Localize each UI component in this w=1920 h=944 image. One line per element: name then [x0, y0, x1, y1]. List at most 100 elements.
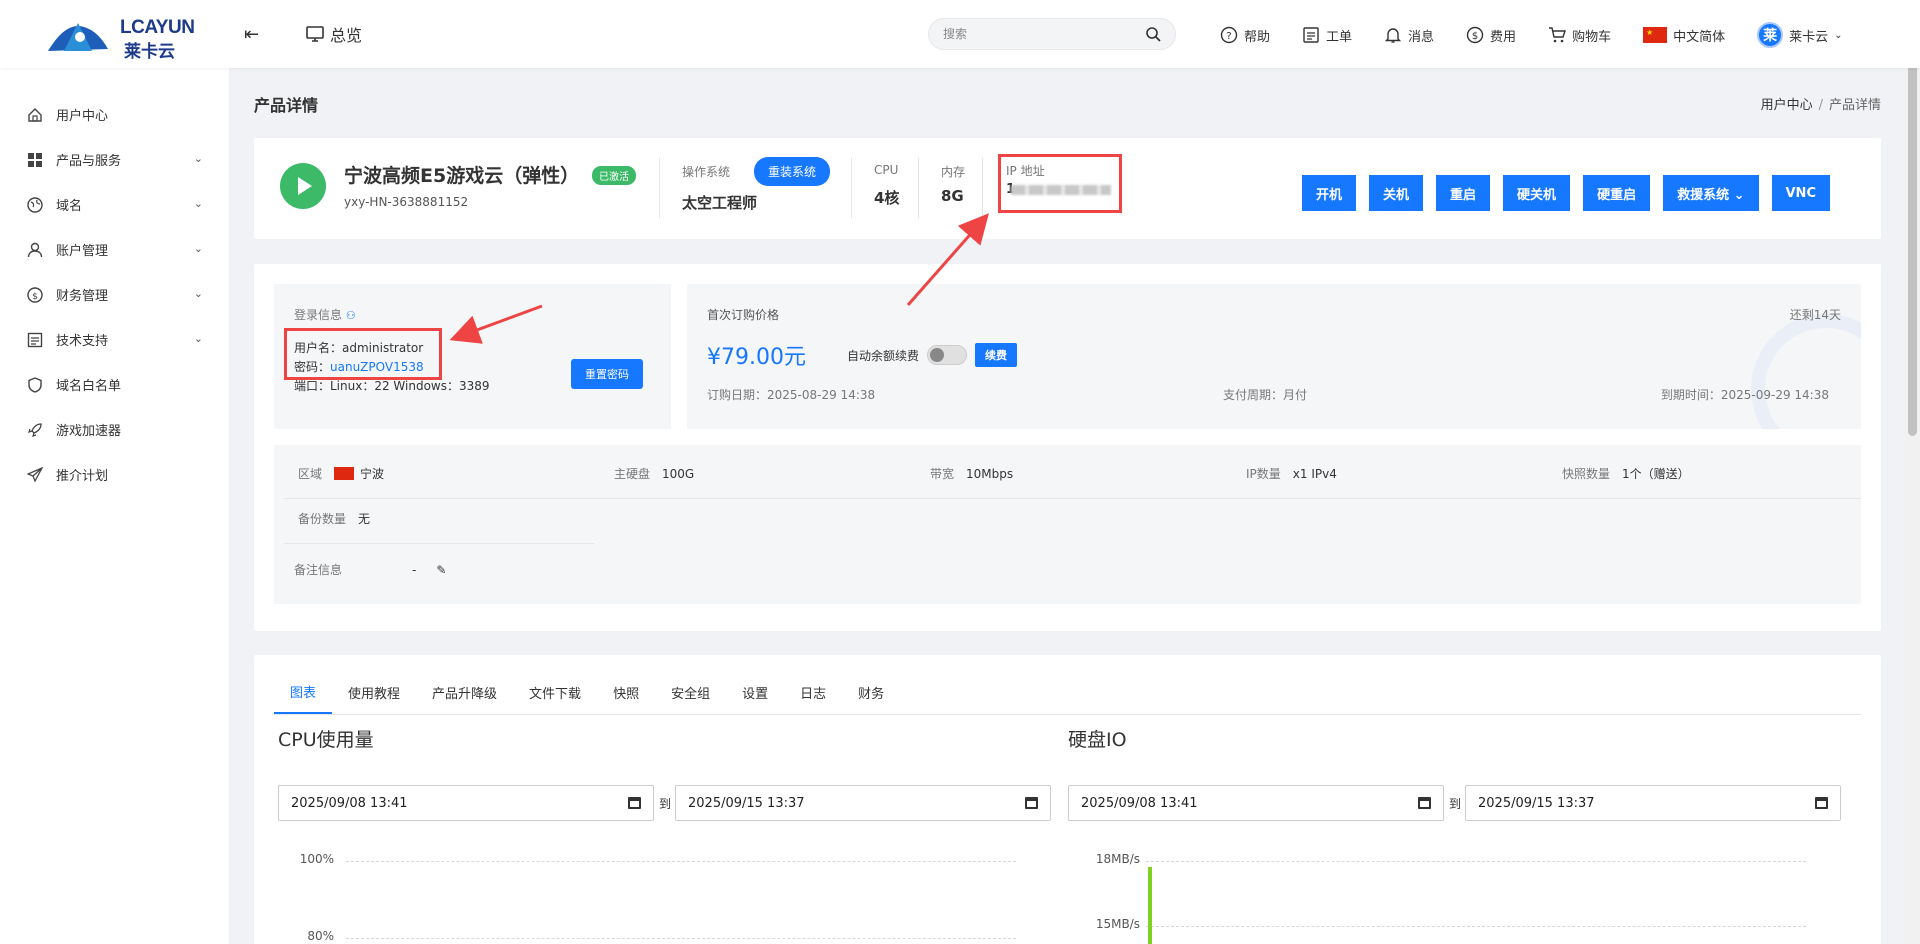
divider — [918, 158, 919, 218]
rocket-icon — [26, 421, 44, 439]
tab-finance[interactable]: 财务 — [842, 670, 900, 714]
sidebar-item-label: 用户中心 — [56, 109, 109, 124]
os-value: 太空工程师 — [682, 194, 758, 212]
cpu-chart-title: CPU使用量 — [278, 729, 374, 751]
user-menu[interactable]: 莱 莱卡云 ⌄ — [1757, 22, 1843, 48]
chevron-down-icon: ⌄ — [193, 197, 203, 210]
menu-toggle-icon[interactable]: ⇤ — [244, 24, 259, 45]
spec-ip-count: IP数量 x1 IPv4 — [1246, 466, 1337, 482]
nav-cart[interactable]: 购物车 — [1548, 26, 1611, 45]
renew-button[interactable]: 续费 — [975, 343, 1018, 367]
cpu-date-to[interactable]: 2025/09/15 13:37 — [675, 785, 1051, 821]
spec-snapshots: 快照数量 1个（赠送） — [1562, 467, 1690, 481]
cpu-label: CPU — [874, 163, 899, 177]
language-selector[interactable]: 中文简体 — [1643, 26, 1725, 45]
user-icon: ⚇ — [345, 309, 356, 322]
password-value[interactable]: uanuZPOV1538 — [330, 360, 424, 374]
vnc-button[interactable]: VNC — [1771, 175, 1830, 211]
tab-downloads[interactable]: 文件下载 — [513, 670, 597, 714]
restart-button[interactable]: 重启 — [1436, 175, 1491, 211]
tab-snapshots[interactable]: 快照 — [597, 670, 655, 714]
breadcrumb-current: 产品详情 — [1828, 98, 1881, 113]
gridline — [1146, 861, 1806, 862]
nav-message[interactable]: 消息 — [1384, 26, 1434, 45]
breadcrumb-home[interactable]: 用户中心 — [1761, 98, 1813, 113]
cpu-y-tick: 100% — [299, 852, 334, 866]
logo-text: LCAYUN — [120, 17, 195, 38]
edit-icon[interactable]: ✎ — [436, 563, 446, 577]
auto-renew-toggle[interactable] — [927, 345, 968, 365]
calendar-icon — [1418, 797, 1431, 809]
overview-link[interactable]: 总览 — [306, 22, 362, 46]
sidebar-item-accelerator[interactable]: 游戏加速器 — [0, 407, 229, 452]
tab-logs[interactable]: 日志 — [784, 670, 842, 714]
search-input[interactable] — [943, 27, 1146, 41]
login-info-panel: 登录信息 ⚇ 用户名：administrator 密码：uanuZPOV1538… — [274, 284, 671, 429]
sidebar-item-domain[interactable]: 域名 ⌄ — [0, 182, 229, 227]
sidebar-item-support[interactable]: 技术支持 ⌄ — [0, 317, 229, 362]
power-on-button[interactable]: 开机 — [1302, 175, 1357, 211]
billing-panel: 首次订购价格 还剩14天 ¥79.00元 自动余额续费 续费 订购日期：2025… — [687, 284, 1861, 429]
hard-power-off-button[interactable]: 硬关机 — [1503, 175, 1571, 211]
avatar: 莱 — [1757, 22, 1784, 48]
sidebar-item-whitelist[interactable]: 域名白名单 — [0, 362, 229, 407]
nav-fees[interactable]: $ 费用 — [1466, 26, 1516, 45]
ip-label: IP 地址 — [1006, 164, 1045, 178]
tab-security-group[interactable]: 安全组 — [655, 670, 726, 714]
logo[interactable]: LCAYUN 莱卡云 — [46, 15, 195, 62]
disk-date-to[interactable]: 2025/09/15 13:37 — [1465, 785, 1841, 821]
user-name: 莱卡云 — [1789, 29, 1829, 45]
reinstall-button[interactable]: 重装系统 — [754, 157, 831, 186]
port-line: 端口：Linux：22 Windows：3389 — [294, 379, 490, 393]
overview-label: 总览 — [330, 26, 363, 45]
product-name: 宁波高频E5游戏云（弹性） — [344, 165, 580, 187]
dollar-circle-icon: $ — [1466, 26, 1484, 44]
search-box[interactable] — [928, 18, 1176, 50]
svg-text:$: $ — [32, 292, 38, 302]
globe-icon — [26, 196, 44, 214]
gridline — [1146, 926, 1806, 927]
status-badge: 已激活 — [592, 166, 636, 185]
credentials: 用户名：administrator 密码：uanuZPOV1538 端口：Lin… — [294, 339, 490, 396]
sidebar-item-account[interactable]: 账户管理 ⌄ — [0, 227, 229, 272]
cpu-date-from[interactable]: 2025/09/08 13:41 — [278, 785, 654, 821]
scroll-thumb — [1908, 18, 1917, 436]
tab-settings[interactable]: 设置 — [726, 670, 784, 714]
first-price-label: 首次订购价格 — [707, 308, 780, 322]
reset-password-button[interactable]: 重置密码 — [571, 359, 643, 389]
remaining-days: 还剩14天 — [1789, 308, 1841, 322]
nav-help[interactable]: ? 帮助 — [1220, 26, 1270, 45]
search-icon[interactable] — [1146, 26, 1161, 42]
ip-redaction — [1011, 185, 1111, 195]
auto-renew-label: 自动余额续费 — [847, 348, 920, 363]
nav-ticket[interactable]: 工单 — [1302, 26, 1352, 45]
cpu-value: 4核 — [874, 189, 900, 207]
scrollbar[interactable] — [1905, 0, 1920, 944]
top-nav: ? 帮助 工单 消息 $ 费用 购物车 中文简体 莱 莱卡云 ⌄ — [1220, 22, 1875, 48]
tab-charts[interactable]: 图表 — [274, 670, 333, 714]
sidebar-item-products[interactable]: 产品与服务 ⌄ — [0, 137, 229, 182]
user-icon — [26, 241, 44, 259]
power-off-button[interactable]: 关机 — [1369, 175, 1424, 211]
password-line: 密码：uanuZPOV1538 — [294, 360, 424, 374]
tab-upgrade[interactable]: 产品升降级 — [416, 670, 513, 714]
ip-highlight-box: IP 地址 1 — [998, 154, 1122, 213]
sidebar-item-referral[interactable]: 推介计划 — [0, 452, 229, 497]
hard-restart-button[interactable]: 硬重启 — [1583, 175, 1651, 211]
sidebar-item-user-center[interactable]: 用户中心 — [0, 92, 229, 137]
shield-icon — [26, 376, 44, 394]
sidebar: 用户中心 产品与服务 ⌄ 域名 ⌄ 账户管理 ⌄ $ 财务管理 ⌄ 技术支持 ⌄… — [0, 68, 229, 944]
sidebar-item-label: 账户管理 — [56, 244, 109, 259]
nav-ticket-label: 工单 — [1326, 29, 1353, 45]
login-title: 登录信息 ⚇ — [294, 308, 356, 322]
document-icon — [26, 331, 44, 349]
order-date: 订购日期：2025-08-29 14:38 — [707, 388, 876, 402]
username-line: 用户名：administrator — [294, 341, 424, 355]
disk-date-from[interactable]: 2025/09/08 13:41 — [1068, 785, 1444, 821]
spec-backups: 备份数量无 — [298, 512, 371, 526]
rescue-system-button[interactable]: 救援系统 ⌄ — [1663, 175, 1759, 211]
tab-tutorial[interactable]: 使用教程 — [332, 670, 416, 714]
sidebar-item-finance[interactable]: $ 财务管理 ⌄ — [0, 272, 229, 317]
page-title: 产品详情 — [254, 96, 319, 115]
monitor-icon — [306, 26, 324, 42]
